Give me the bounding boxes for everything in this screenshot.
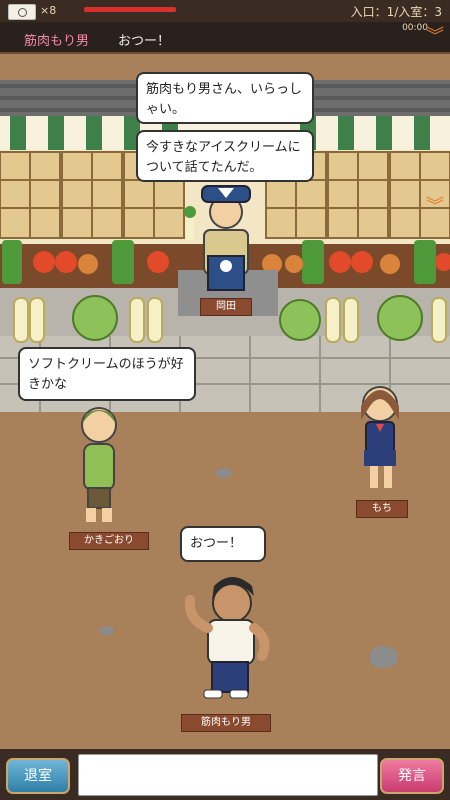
- speech-text: おつー！: [190, 536, 243, 551]
- speech-bubble-okada-1: 筋肉もり男さん、いらっしゃい。: [136, 72, 314, 124]
- latest-message-bar: 筋肉もり男 おつー！ 00:00 ︾: [0, 22, 450, 54]
- nameplate-kakigoori: かきごおり: [69, 532, 149, 550]
- input-bar: 退室 発言: [0, 749, 450, 800]
- speech-text: ソフトクリームのほうが好きかな: [28, 357, 184, 392]
- game-screen: ×8 入口：1/入室：3 筋肉もり男 おつー！ 00:00 ︾ ︾ 筋肉もり男さ…: [0, 0, 450, 800]
- speech-bubble-kinniku-morio: おつー！: [180, 526, 266, 562]
- health-bar: [84, 7, 176, 12]
- chevron-down-icon[interactable]: ︾: [426, 28, 444, 46]
- say-button[interactable]: 発言: [380, 758, 444, 794]
- chat-input[interactable]: [78, 754, 378, 796]
- room-status: 入口：1/入室：3: [350, 5, 442, 19]
- character-kakigoori[interactable]: [81, 407, 117, 522]
- ticket-count: ×8: [40, 4, 57, 17]
- exit-room-button[interactable]: 退室: [6, 758, 70, 794]
- rock: [100, 626, 114, 635]
- rock: [216, 468, 232, 478]
- ticket-icon: [8, 4, 36, 20]
- nameplate-mochi: もち: [356, 500, 408, 518]
- message-text: おつー！: [118, 34, 171, 49]
- speech-bubble-okada-2: 今すきなアイスクリームについて話てたんだ。: [136, 130, 314, 182]
- status-bar: ×8 入口：1/入室：3: [0, 0, 450, 22]
- speech-bubble-kakigoori: ソフトクリームのほうが好きかな: [18, 347, 196, 401]
- chevron-down-icon[interactable]: ︾: [426, 198, 444, 216]
- speech-text: 今すきなアイスクリームについて話てたんだ。: [146, 140, 301, 175]
- timer: 00:00: [402, 23, 428, 33]
- nameplate-okada: 岡田: [200, 298, 252, 316]
- rock: [370, 646, 398, 668]
- nameplate-kinniku-morio: 筋肉もり男: [181, 714, 271, 732]
- speech-text: 筋肉もり男さん、いらっしゃい。: [146, 82, 303, 117]
- message-speaker: 筋肉もり男: [24, 34, 90, 49]
